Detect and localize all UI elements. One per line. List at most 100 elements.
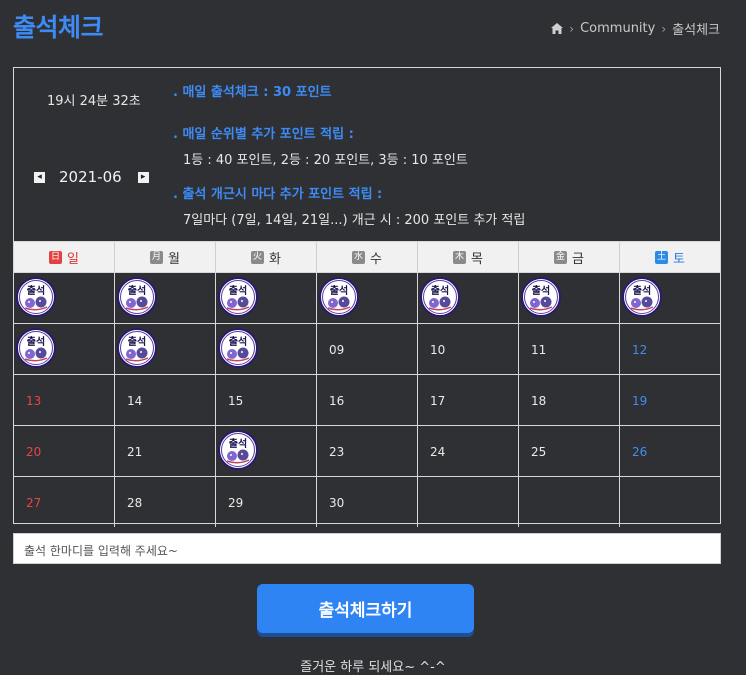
- weekday-header: 月월: [115, 242, 216, 272]
- stamp-label: 출석: [330, 284, 348, 297]
- weekday-header: 日일: [14, 242, 115, 272]
- weekday-header: 木목: [418, 242, 519, 272]
- calendar-day-cell[interactable]: 27: [14, 477, 115, 527]
- stamp-label: 출석: [229, 284, 247, 297]
- prev-month-button[interactable]: ◂: [34, 171, 45, 183]
- weekday-kanji-icon: 水: [352, 250, 366, 264]
- footer-message: 즐거운 하루 되세요~ ^-^: [300, 660, 446, 675]
- calendar-day-cell[interactable]: 출석: [620, 273, 720, 323]
- rule-streak-title: . 출석 개근시 마다 추가 포인트 적립 :: [173, 187, 383, 202]
- calendar-body: 출석 출석 출석 출석 출석 출석 출석 출석 출석 출석 09 10 11 12 13 14 15 16 17 18…: [14, 273, 720, 527]
- weekday-header: 水수: [317, 242, 418, 272]
- calendar-day-cell[interactable]: 14: [115, 375, 216, 425]
- calendar-day-cell[interactable]: 출석: [519, 273, 620, 323]
- calendar-day-cell[interactable]: 출석: [418, 273, 519, 323]
- calendar-day-cell[interactable]: 17: [418, 375, 519, 425]
- attendance-stamp-icon: 출석: [117, 277, 157, 317]
- calendar-day-cell[interactable]: 26: [620, 426, 720, 476]
- attendance-stamp-icon: 출석: [117, 328, 157, 368]
- day-number: 14: [127, 394, 143, 408]
- day-number: 25: [531, 445, 547, 459]
- calendar-day-cell[interactable]: 20: [14, 426, 115, 476]
- day-number: 12: [632, 343, 648, 357]
- day-number: 29: [228, 496, 244, 510]
- calendar-day-cell[interactable]: 출석: [317, 273, 418, 323]
- day-number: 30: [329, 496, 345, 510]
- breadcrumb: › Community › 출석체크: [551, 19, 720, 38]
- rule-rank-body: 1등 : 40 포인트, 2등 : 20 포인트, 3등 : 10 포인트: [183, 153, 468, 168]
- stamp-label: 출석: [532, 284, 550, 297]
- calendar-week-row: 출석 출석 출석 출석 출석 출석 출석: [14, 273, 720, 324]
- stamp-label: 출석: [633, 284, 651, 297]
- page-title: 출석체크: [13, 13, 104, 42]
- calendar-day-cell[interactable]: 출석: [14, 324, 115, 374]
- attendance-stamp-icon: 출석: [521, 277, 561, 317]
- calendar-day-cell: [519, 477, 620, 527]
- calendar-day-cell[interactable]: 28: [115, 477, 216, 527]
- calendar-week-row: 27 28 29 30: [14, 477, 720, 527]
- calendar-day-cell[interactable]: 13: [14, 375, 115, 425]
- day-number: 13: [26, 394, 42, 408]
- stamp-label: 출석: [27, 335, 45, 348]
- day-number: 23: [329, 445, 345, 459]
- calendar-day-cell[interactable]: 출석: [115, 324, 216, 374]
- weekday-header: 金금: [519, 242, 620, 272]
- weekday-label: 금: [572, 251, 584, 267]
- rule-streak-body: 7일마다 (7일, 14일, 21일...) 개근 시 : 200 포인트 추가…: [183, 213, 526, 228]
- calendar-day-cell[interactable]: 24: [418, 426, 519, 476]
- calendar-day-cell[interactable]: 18: [519, 375, 620, 425]
- calendar-day-cell[interactable]: 출석: [115, 273, 216, 323]
- calendar-day-cell[interactable]: 출석: [216, 426, 317, 476]
- stamp-label: 출석: [229, 437, 247, 450]
- chevron-right-icon: ›: [661, 21, 667, 36]
- day-number: 20: [26, 445, 42, 459]
- calendar-week-row: 13 14 15 16 17 18 19: [14, 375, 720, 426]
- next-month-button[interactable]: ▸: [137, 171, 149, 183]
- day-number: 28: [127, 496, 143, 510]
- calendar-week-row: 20 21 출석 23 24 25 26: [14, 426, 720, 477]
- rule-daily-title: . 매일 출석체크 : 30 포인트: [173, 85, 332, 100]
- rule-rank-title: . 매일 순위별 추가 포인트 적립 :: [173, 127, 354, 142]
- right-arrow-icon: ▸: [140, 171, 146, 182]
- day-number: 11: [531, 343, 547, 357]
- day-number: 17: [430, 394, 446, 408]
- attendance-stamp-icon: 출석: [218, 277, 258, 317]
- month-label: 2021-06: [59, 168, 122, 186]
- calendar-day-cell[interactable]: 16: [317, 375, 418, 425]
- day-number: 18: [531, 394, 547, 408]
- weekday-label: 목: [471, 251, 483, 267]
- calendar-day-cell[interactable]: 21: [115, 426, 216, 476]
- comment-input[interactable]: 출석 한마디를 입력해 주세요~: [13, 533, 721, 564]
- weekday-kanji-icon: 金: [554, 250, 568, 264]
- calendar-day-cell[interactable]: 출석: [216, 273, 317, 323]
- calendar-day-cell[interactable]: 30: [317, 477, 418, 527]
- day-number: 27: [26, 496, 42, 510]
- calendar-day-cell[interactable]: 29: [216, 477, 317, 527]
- calendar-day-cell[interactable]: 23: [317, 426, 418, 476]
- calendar-day-cell[interactable]: 출석: [14, 273, 115, 323]
- weekday-kanji-icon: 日: [49, 250, 63, 264]
- calendar-day-cell[interactable]: 09: [317, 324, 418, 374]
- attendance-stamp-icon: 출석: [218, 430, 258, 470]
- breadcrumb-current: 출석체크: [672, 23, 720, 38]
- day-number: 09: [329, 343, 345, 357]
- stamp-label: 출석: [229, 335, 247, 348]
- calendar-day-cell[interactable]: 12: [620, 324, 720, 374]
- breadcrumb-community[interactable]: Community: [580, 21, 655, 36]
- calendar-day-cell[interactable]: 19: [620, 375, 720, 425]
- home-icon[interactable]: [551, 23, 564, 34]
- weekday-kanji-icon: 火: [251, 250, 265, 264]
- info-section: 19시 24분 32초 ◂ 2021-06 ▸ . 매일 출석체크 : 30 포…: [14, 68, 720, 242]
- calendar-day-cell[interactable]: 15: [216, 375, 317, 425]
- day-number: 19: [632, 394, 648, 408]
- calendar-day-cell[interactable]: 출석: [216, 324, 317, 374]
- weekday-header: 火화: [216, 242, 317, 272]
- calendar-day-cell[interactable]: 11: [519, 324, 620, 374]
- weekday-label: 일: [67, 251, 79, 267]
- day-number: 24: [430, 445, 446, 459]
- attendance-check-button[interactable]: 출석체크하기: [257, 584, 474, 633]
- calendar-day-cell[interactable]: 10: [418, 324, 519, 374]
- calendar-day-cell[interactable]: 25: [519, 426, 620, 476]
- weekday-label: 월: [168, 251, 180, 267]
- stamp-label: 출석: [128, 284, 146, 297]
